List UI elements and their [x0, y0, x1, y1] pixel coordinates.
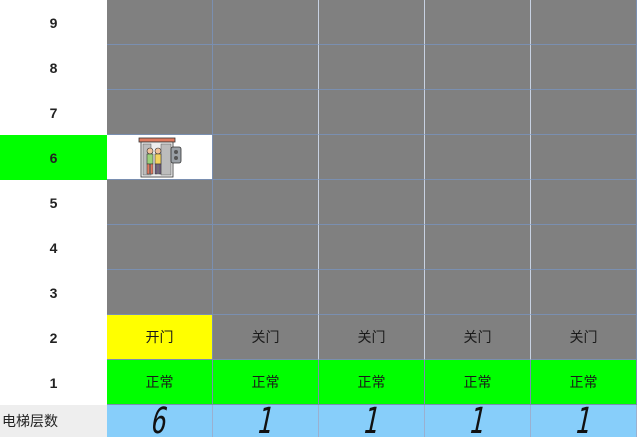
floor-label-2: 2	[0, 315, 107, 360]
elevator-3-run-status: 正常	[319, 360, 425, 405]
elevator-4-run-status: 正常	[425, 360, 531, 405]
shaft-5-floor-8	[531, 45, 637, 90]
shaft-4-floor-5	[425, 180, 531, 225]
shaft-3-floor-4	[319, 225, 425, 270]
shaft-5-floor-6	[531, 135, 637, 180]
shaft-2-floor-9	[213, 0, 319, 45]
elevator-4-floor-value: 1	[468, 400, 487, 442]
floor-label-6: 6	[0, 135, 107, 180]
elevator-5-floor-display: 1	[531, 401, 637, 442]
shaft-4-floor-3	[425, 270, 531, 315]
elevator-5-floor-value: 1	[574, 400, 593, 442]
shaft-4-floor-6	[425, 135, 531, 180]
elevator-1-car[interactable]	[107, 135, 213, 180]
floor-label-8: 8	[0, 45, 107, 90]
shaft-4-floor-8	[425, 45, 531, 90]
floor-label-5: 5	[0, 180, 107, 225]
elevator-2-floor-display: 1	[213, 401, 319, 442]
elevator-3-floor-value: 1	[362, 400, 381, 442]
elevator-5-door-status: 关门	[531, 315, 637, 360]
shaft-5-floor-5	[531, 180, 637, 225]
shaft-5-floor-7	[531, 90, 637, 135]
elevator-4-floor-display: 1	[425, 401, 531, 442]
shaft-2-floor-5	[213, 180, 319, 225]
elevator-5-run-status: 正常	[531, 360, 637, 405]
elevator-3-floor-display: 1	[319, 401, 425, 442]
elevator-2-floor-value: 1	[256, 400, 275, 442]
floor-label-9: 9	[0, 0, 107, 45]
shaft-1-floor-5	[107, 180, 213, 225]
elevator-car-icon	[138, 137, 181, 178]
shaft-1-floor-8	[107, 45, 213, 90]
shaft-1-floor-4	[107, 225, 213, 270]
shaft-5-floor-4	[531, 225, 637, 270]
elevator-grid: 9 8 7 6 5 4 3 2 开门 关门 关门 关门 关门 1 正常 正常 正…	[0, 0, 637, 442]
shaft-3-floor-7	[319, 90, 425, 135]
shaft-1-floor-7	[107, 90, 213, 135]
shaft-2-floor-3	[213, 270, 319, 315]
shaft-1-floor-9	[107, 0, 213, 45]
elevator-1-floor-value: 6	[150, 400, 169, 442]
shaft-2-floor-6	[213, 135, 319, 180]
shaft-3-floor-9	[319, 0, 425, 45]
floor-label-4: 4	[0, 225, 107, 270]
shaft-4-floor-9	[425, 0, 531, 45]
shaft-3-floor-5	[319, 180, 425, 225]
shaft-1-floor-3	[107, 270, 213, 315]
floor-label-1: 1	[0, 360, 107, 405]
shaft-5-floor-9	[531, 0, 637, 45]
shaft-4-floor-4	[425, 225, 531, 270]
shaft-3-floor-3	[319, 270, 425, 315]
shaft-2-floor-8	[213, 45, 319, 90]
elevator-1-door-status: 开门	[107, 315, 213, 360]
shaft-2-floor-4	[213, 225, 319, 270]
floor-label-3: 3	[0, 270, 107, 315]
floor-counter-label: 电梯层数	[0, 405, 107, 437]
elevator-3-door-status: 关门	[319, 315, 425, 360]
elevator-1-run-status: 正常	[107, 360, 213, 405]
elevator-4-door-status: 关门	[425, 315, 531, 360]
shaft-3-floor-6	[319, 135, 425, 180]
floor-label-7: 7	[0, 90, 107, 135]
elevator-2-door-status: 关门	[213, 315, 319, 360]
shaft-5-floor-3	[531, 270, 637, 315]
shaft-3-floor-8	[319, 45, 425, 90]
shaft-2-floor-7	[213, 90, 319, 135]
shaft-4-floor-7	[425, 90, 531, 135]
elevator-2-run-status: 正常	[213, 360, 319, 405]
elevator-1-floor-display: 6	[107, 401, 213, 442]
